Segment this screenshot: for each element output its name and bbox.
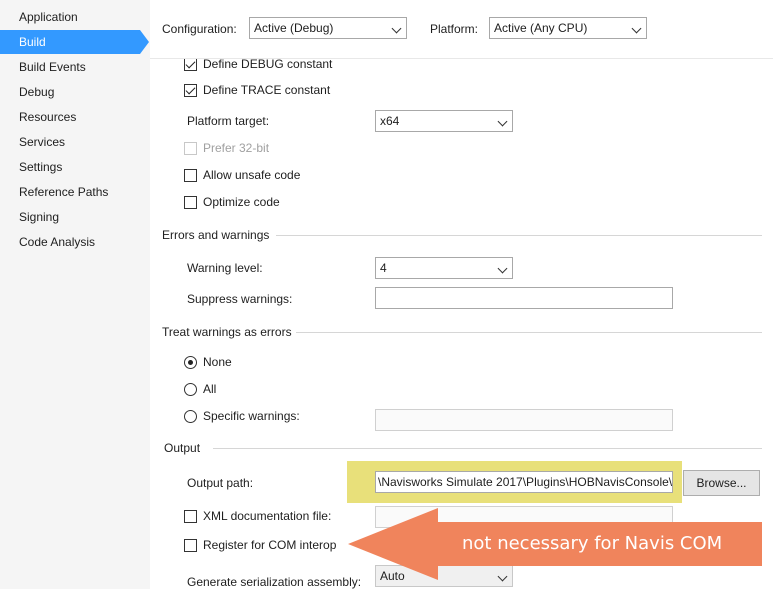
configuration-label: Configuration: [162, 22, 237, 36]
platform-value: Active (Any CPU) [494, 21, 588, 35]
callout-text: not necessary for Navis COM [462, 533, 723, 554]
platform-dropdown[interactable]: Active (Any CPU) [489, 17, 647, 39]
callout-arrow-shape [348, 508, 762, 580]
configuration-value: Active (Debug) [254, 21, 334, 35]
config-header: Configuration: Active (Debug) Platform: … [150, 0, 773, 59]
chevron-down-icon [631, 23, 642, 34]
platform-label: Platform: [430, 22, 479, 36]
configuration-dropdown[interactable]: Active (Debug) [249, 17, 407, 39]
chevron-down-icon [391, 23, 402, 34]
